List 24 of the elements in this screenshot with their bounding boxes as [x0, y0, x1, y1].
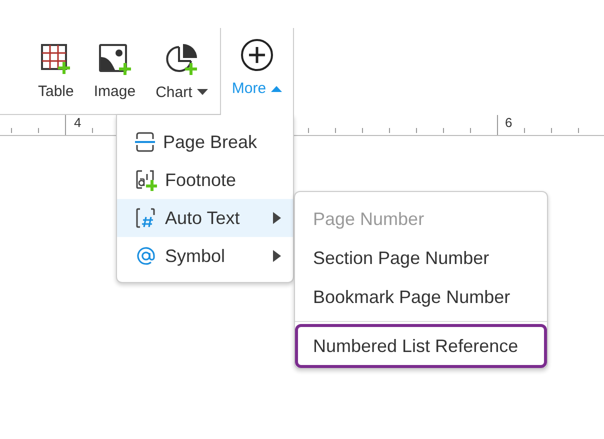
- at-sign-icon: [135, 245, 157, 267]
- menu-item-label: Auto Text: [165, 208, 241, 228]
- menu-item[interactable]: Symbol: [117, 237, 293, 275]
- table-icon: [40, 42, 72, 74]
- menu-item-label: Footnote: [165, 170, 238, 190]
- menu-item[interactable]: Auto Text: [117, 199, 293, 237]
- footnote-icon: [135, 169, 157, 191]
- toolbar-button[interactable]: Image: [88, 36, 142, 106]
- ruler-number: 4: [74, 115, 82, 130]
- menu-item-label: Symbol: [165, 246, 226, 266]
- add-icon: [240, 38, 274, 72]
- menu-item-label: Page Break: [163, 132, 258, 152]
- ruler-number: 6: [505, 115, 512, 130]
- menu-item[interactable]: Section Page Number: [295, 239, 547, 278]
- image-icon: [98, 42, 132, 74]
- hash-icon: [135, 207, 157, 229]
- menu-item[interactable]: Footnote: [117, 161, 293, 199]
- toolbar-button[interactable]: Table: [32, 36, 80, 106]
- menu-item[interactable]: Bookmark Page Number: [295, 278, 547, 317]
- pie-chart-icon: [164, 42, 199, 76]
- menu-item[interactable]: Numbered List Reference: [295, 324, 547, 368]
- page-break-icon: [135, 132, 155, 152]
- menu-item[interactable]: Page Break: [117, 123, 293, 161]
- toolbar-button[interactable]: Chart: [150, 36, 214, 106]
